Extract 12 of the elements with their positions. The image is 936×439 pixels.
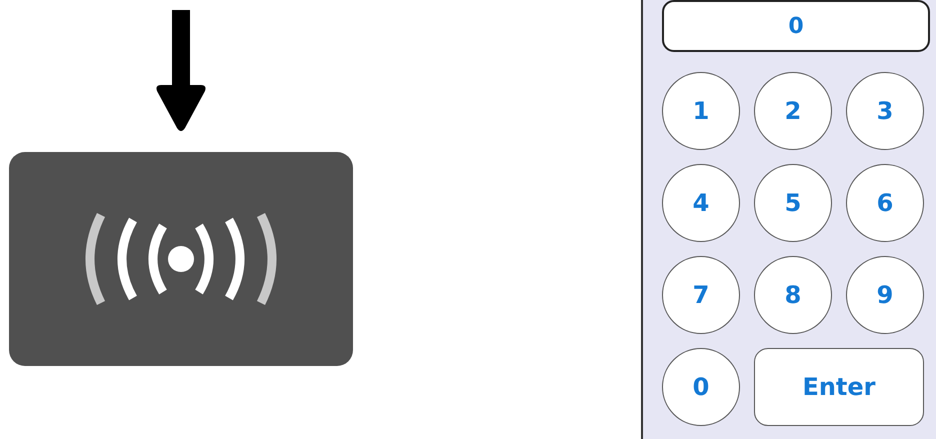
digit-key[interactable]: 8 [754, 256, 832, 334]
display-field: 0 [662, 0, 930, 52]
digit-key[interactable]: 3 [846, 72, 924, 150]
enter-button[interactable]: Enter [754, 348, 924, 426]
digit-key[interactable]: 1 [662, 72, 740, 150]
digit-key[interactable]: 4 [662, 164, 740, 242]
digit-key[interactable]: 2 [754, 72, 832, 150]
digit-key[interactable]: 7 [662, 256, 740, 334]
digit-key[interactable]: 9 [846, 256, 924, 334]
digit-key[interactable]: 0 [662, 348, 740, 426]
digit-key[interactable]: 5 [754, 164, 832, 242]
digit-key[interactable]: 6 [846, 164, 924, 242]
